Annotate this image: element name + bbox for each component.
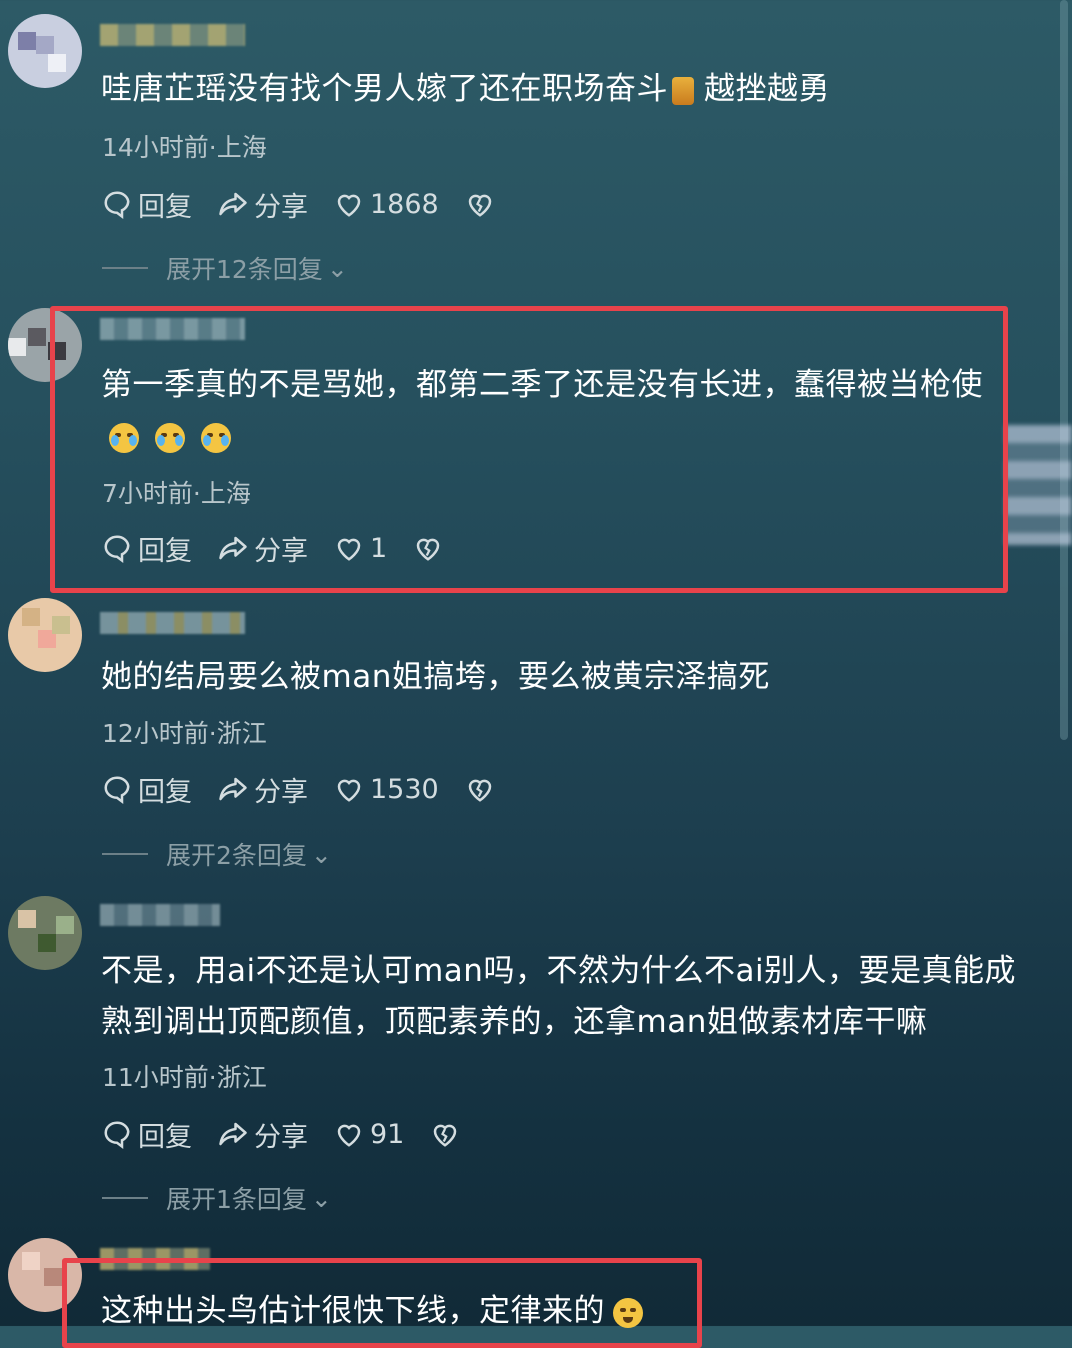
dislike-button[interactable]: [430, 1119, 466, 1149]
share-button[interactable]: 分享: [218, 185, 308, 224]
comment-text-part-1: 哇唐芷瑶没有找个男人嫁了还在职场奋斗: [101, 71, 668, 107]
divider-dash: [102, 853, 148, 855]
comment-actions: 回复 分享 91: [102, 1115, 492, 1154]
comment-meta: 12小时前·浙江: [102, 719, 267, 748]
share-button[interactable]: 分享: [218, 770, 308, 809]
highlight-box: [62, 1258, 702, 1348]
divider-dash: [102, 267, 148, 269]
share-icon: [219, 192, 247, 216]
chevron-down-icon: ⌄: [310, 839, 332, 869]
comment-text-part-2: 越挫越勇: [704, 71, 830, 107]
share-label: 分享: [254, 1121, 308, 1153]
comment-meta: 11小时前·浙江: [102, 1063, 267, 1092]
heart-icon: [337, 1124, 361, 1147]
like-button[interactable]: 1530: [334, 774, 439, 805]
username-blurred[interactable]: [100, 24, 245, 46]
username-blurred[interactable]: [100, 904, 220, 926]
like-button[interactable]: 1868: [334, 189, 439, 220]
like-count: 1530: [370, 773, 439, 805]
comment-text: 不是，用ai不还是认可man吗，不然为什么不ai别人，要是真能成熟到调出顶配颜值…: [101, 946, 1041, 1048]
reply-button[interactable]: 回复: [102, 770, 192, 809]
reply-icon: [104, 1121, 130, 1149]
scrollbar[interactable]: [1060, 0, 1068, 740]
comment-text-body: 不是，用ai不还是认可man吗，不然为什么不ai别人，要是真能成熟到调出顶配颜值…: [101, 953, 1017, 1040]
share-icon: [219, 777, 247, 801]
dislike-button[interactable]: [465, 774, 501, 804]
reply-label: 回复: [138, 1121, 192, 1153]
avatar[interactable]: [8, 896, 82, 970]
share-label: 分享: [254, 191, 308, 223]
blurred-side-element: [1005, 425, 1072, 545]
comment-actions: 回复 分享 1530: [102, 770, 527, 809]
chevron-down-icon: ⌄: [326, 253, 348, 283]
divider-dash: [102, 1197, 148, 1199]
reply-button[interactable]: 回复: [102, 185, 192, 224]
broken-heart-icon: [468, 194, 491, 217]
like-button[interactable]: 91: [334, 1119, 404, 1150]
like-count: 91: [370, 1118, 405, 1150]
comment-text: 她的结局要么被man姐搞垮，要么被黄宗泽搞死: [101, 652, 1041, 703]
share-icon: [219, 1122, 247, 1146]
expand-replies-label: 展开1条回复: [166, 1185, 307, 1214]
comment-text: 哇唐芷瑶没有找个男人嫁了还在职场奋斗 越挫越勇: [101, 64, 1041, 115]
share-label: 分享: [254, 776, 308, 808]
heart-icon: [337, 779, 361, 802]
expand-replies-button[interactable]: 展开12条回复 ⌄: [102, 250, 348, 286]
heart-icon: [337, 194, 361, 217]
fist-sticker-icon: [672, 76, 694, 105]
username-blurred[interactable]: [100, 612, 245, 634]
reply-label: 回复: [138, 776, 192, 808]
dislike-button[interactable]: [465, 189, 501, 219]
comment-text-body: 她的结局要么被man姐搞垮，要么被黄宗泽搞死: [101, 659, 770, 695]
like-count: 1868: [370, 188, 439, 220]
broken-heart-icon: [434, 1124, 457, 1147]
highlight-box: [50, 306, 1008, 593]
comment-actions: 回复 分享 1868: [102, 185, 527, 224]
avatar[interactable]: [8, 14, 82, 88]
reply-button[interactable]: 回复: [102, 1115, 192, 1154]
reply-icon: [104, 191, 130, 219]
avatar[interactable]: [8, 598, 82, 672]
comment-meta: 14小时前·上海: [102, 133, 267, 162]
expand-replies-label: 展开2条回复: [166, 841, 307, 870]
expand-replies-button[interactable]: 展开1条回复 ⌄: [102, 1180, 332, 1216]
reply-icon: [104, 776, 130, 804]
share-button[interactable]: 分享: [218, 1115, 308, 1154]
expand-replies-button[interactable]: 展开2条回复 ⌄: [102, 836, 332, 872]
broken-heart-icon: [468, 779, 491, 802]
reply-label: 回复: [138, 191, 192, 223]
chevron-down-icon: ⌄: [310, 1183, 332, 1213]
expand-replies-label: 展开12条回复: [166, 255, 323, 284]
